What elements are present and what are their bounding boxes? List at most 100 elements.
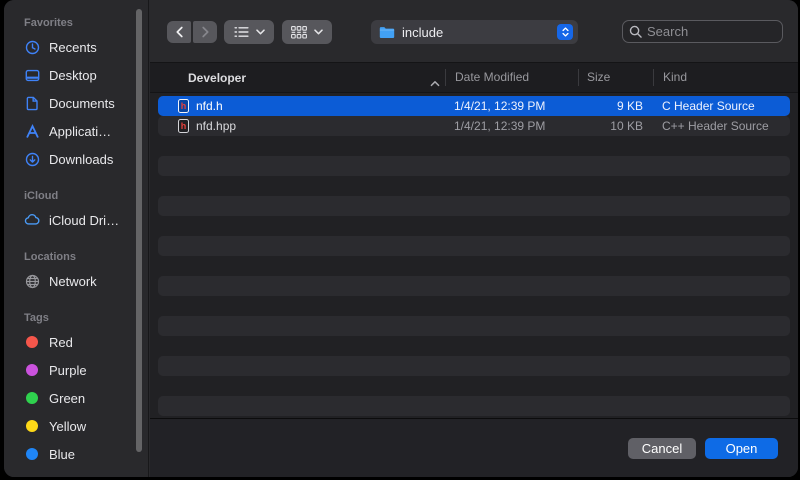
column-header-kind[interactable]: Kind: [653, 69, 798, 86]
file-size: 10 KB: [578, 119, 653, 133]
empty-row: [158, 296, 790, 316]
search-field[interactable]: [622, 20, 783, 43]
empty-row: [158, 396, 790, 416]
column-header-developer[interactable]: Developer: [150, 71, 445, 85]
all-tags-icon: [27, 477, 38, 478]
empty-row: [158, 196, 790, 216]
column-header-date-modified[interactable]: Date Modified: [445, 69, 578, 86]
dialog-footer: Cancel Open: [150, 418, 798, 477]
sidebar-item-label: All Tags: [49, 475, 94, 478]
forward-button[interactable]: [193, 21, 217, 43]
sidebar-item-label: Applicati…: [49, 124, 111, 139]
open-button[interactable]: Open: [705, 438, 778, 459]
sidebar-item-label: Desktop: [49, 68, 97, 83]
popup-chevrons-icon: [557, 24, 573, 40]
file-open-dialog: Favorites Recents Desktop Documents Appl…: [4, 0, 798, 477]
sidebar-section-tags: Tags: [4, 312, 148, 325]
list-view-icon: [234, 26, 249, 38]
sidebar-item-applications[interactable]: Applicati…: [4, 117, 148, 145]
file-name: nfd.hpp: [196, 119, 236, 133]
empty-row: [158, 256, 790, 276]
search-icon: [629, 25, 642, 38]
file-date-modified: 1/4/21, 12:39 PM: [445, 119, 578, 133]
toolbar: include: [150, 0, 798, 63]
desktop-icon: [24, 67, 40, 83]
blue-tag-icon: [26, 448, 38, 460]
sidebar-item-label: Purple: [49, 363, 87, 378]
empty-row: [158, 316, 790, 336]
sidebar-item-label: Blue: [49, 447, 75, 462]
sidebar-item-tag-red[interactable]: Red: [4, 328, 148, 356]
sidebar-section-favorites: Favorites: [4, 17, 148, 30]
grid-view-icon: [291, 26, 307, 39]
green-tag-icon: [26, 392, 38, 404]
chevron-down-icon: [314, 29, 323, 35]
sidebar-item-all-tags[interactable]: All Tags: [4, 468, 148, 477]
file-date-modified: 1/4/21, 12:39 PM: [445, 99, 578, 113]
empty-row: [158, 276, 790, 296]
sidebar-item-label: Yellow: [49, 419, 86, 434]
empty-row: [158, 376, 790, 396]
folder-icon: [379, 26, 395, 39]
download-circle-icon: [24, 151, 40, 167]
file-size: 9 KB: [578, 99, 653, 113]
list-view-button[interactable]: [224, 20, 274, 44]
file-row-nfd-h[interactable]: h nfd.h 1/4/21, 12:39 PM 9 KB C Header S…: [158, 96, 790, 116]
empty-row: [158, 216, 790, 236]
sidebar-item-recents[interactable]: Recents: [4, 33, 148, 61]
sidebar-item-desktop[interactable]: Desktop: [4, 61, 148, 89]
purple-tag-icon: [26, 364, 38, 376]
empty-row: [158, 136, 790, 156]
empty-row: [158, 336, 790, 356]
file-name: nfd.h: [196, 99, 223, 113]
chevron-left-icon: [175, 26, 184, 38]
document-icon: [24, 95, 40, 111]
empty-row: [158, 176, 790, 196]
sidebar: Favorites Recents Desktop Documents Appl…: [4, 0, 149, 477]
sidebar-item-label: Network: [49, 274, 97, 289]
folder-select[interactable]: include: [371, 20, 578, 44]
empty-row: [158, 236, 790, 256]
sidebar-item-label: Green: [49, 391, 85, 406]
yellow-tag-icon: [26, 420, 38, 432]
sidebar-item-label: iCloud Dri…: [49, 213, 119, 228]
cancel-button[interactable]: Cancel: [628, 438, 696, 459]
sidebar-item-icloud-drive[interactable]: iCloud Dri…: [4, 206, 148, 234]
sidebar-item-network[interactable]: Network: [4, 267, 148, 295]
file-row-nfd-hpp[interactable]: h nfd.hpp 1/4/21, 12:39 PM 10 KB C++ Hea…: [158, 116, 790, 136]
sort-ascending-icon: [430, 80, 440, 87]
back-button[interactable]: [167, 21, 191, 43]
globe-icon: [24, 273, 40, 289]
file-kind: C++ Header Source: [653, 119, 790, 133]
file-list: h nfd.h 1/4/21, 12:39 PM 9 KB C Header S…: [150, 92, 798, 418]
sidebar-item-label: Red: [49, 335, 73, 350]
sidebar-item-label: Downloads: [49, 152, 113, 167]
sidebar-item-tag-yellow[interactable]: Yellow: [4, 412, 148, 440]
header-source-file-icon: h: [178, 119, 189, 133]
sidebar-section-icloud: iCloud: [4, 190, 148, 203]
search-input[interactable]: [647, 24, 776, 39]
sidebar-item-label: Recents: [49, 40, 97, 55]
chevron-right-icon: [201, 26, 210, 38]
folder-select-value: include: [402, 25, 550, 40]
cloud-icon: [24, 212, 40, 228]
red-tag-icon: [26, 336, 38, 348]
appstore-icon: [24, 123, 40, 139]
sidebar-scrollbar[interactable]: [136, 9, 142, 452]
list-column-headers: Developer Date Modified Size Kind: [150, 63, 798, 93]
icon-view-button[interactable]: [282, 20, 332, 44]
main-panel: include Developer Date Modified: [150, 0, 798, 477]
sidebar-item-label: Documents: [49, 96, 115, 111]
sidebar-section-locations: Locations: [4, 251, 148, 264]
sidebar-item-tag-purple[interactable]: Purple: [4, 356, 148, 384]
column-header-size[interactable]: Size: [578, 69, 653, 86]
file-kind: C Header Source: [653, 99, 790, 113]
empty-row: [158, 356, 790, 376]
header-source-file-icon: h: [178, 99, 189, 113]
empty-row: [158, 156, 790, 176]
sidebar-item-tag-blue[interactable]: Blue: [4, 440, 148, 468]
sidebar-item-downloads[interactable]: Downloads: [4, 145, 148, 173]
clock-icon: [24, 39, 40, 55]
sidebar-item-documents[interactable]: Documents: [4, 89, 148, 117]
sidebar-item-tag-green[interactable]: Green: [4, 384, 148, 412]
